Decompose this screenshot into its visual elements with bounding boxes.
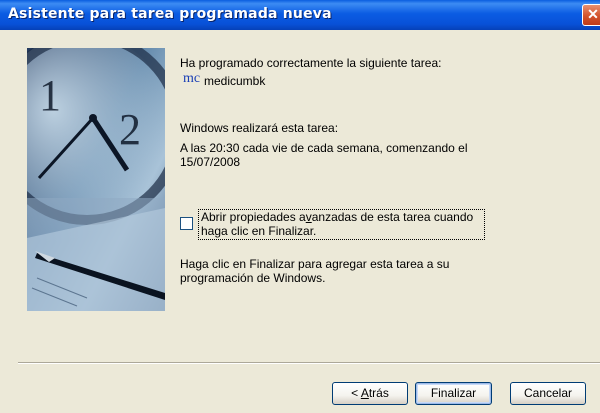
finish-button[interactable]: Finalizar [415, 382, 492, 405]
wizard-illustration: 1 2 [27, 48, 165, 311]
close-icon: ✕ [587, 6, 599, 22]
title-bar[interactable]: Asistente para tarea programada nueva ✕ [0, 0, 600, 30]
finish-instructions-line-1: Haga clic en Finalizar para agregar esta… [180, 257, 450, 271]
svg-text:1: 1 [39, 71, 61, 120]
finish-instructions-line-2: programación de Windows. [180, 271, 326, 285]
advanced-properties-label[interactable]: Abrir propiedades avanzadas de esta tare… [198, 209, 485, 240]
success-text: Ha programado correctamente la siguiente… [180, 56, 442, 70]
advanced-properties-checkbox[interactable] [180, 217, 193, 230]
checkbox-label-line-1: Abrir propiedades avanzadas de esta tare… [201, 210, 474, 224]
access-key-a: A [360, 386, 369, 400]
checkbox-label-line-2: haga clic en Finalizar. [201, 224, 317, 238]
perform-label: Windows realizará esta tarea: [180, 121, 339, 135]
schedule-line-1: A las 20:30 cada vie de cada semana, com… [180, 141, 468, 155]
task-name: medicumbk [204, 74, 266, 88]
separator-highlight [18, 363, 600, 364]
window-title: Asistente para tarea programada nueva [8, 6, 332, 22]
svg-text:2: 2 [119, 105, 141, 154]
wizard-window: Asistente para tarea programada nueva ✕ … [0, 0, 600, 413]
close-button[interactable]: ✕ [582, 4, 600, 26]
back-button[interactable]: < Atrás [332, 382, 408, 405]
cancel-button[interactable]: Cancelar [510, 382, 586, 405]
schedule-line-2: 15/07/2008 [180, 155, 241, 169]
task-icon: mc [183, 71, 201, 86]
